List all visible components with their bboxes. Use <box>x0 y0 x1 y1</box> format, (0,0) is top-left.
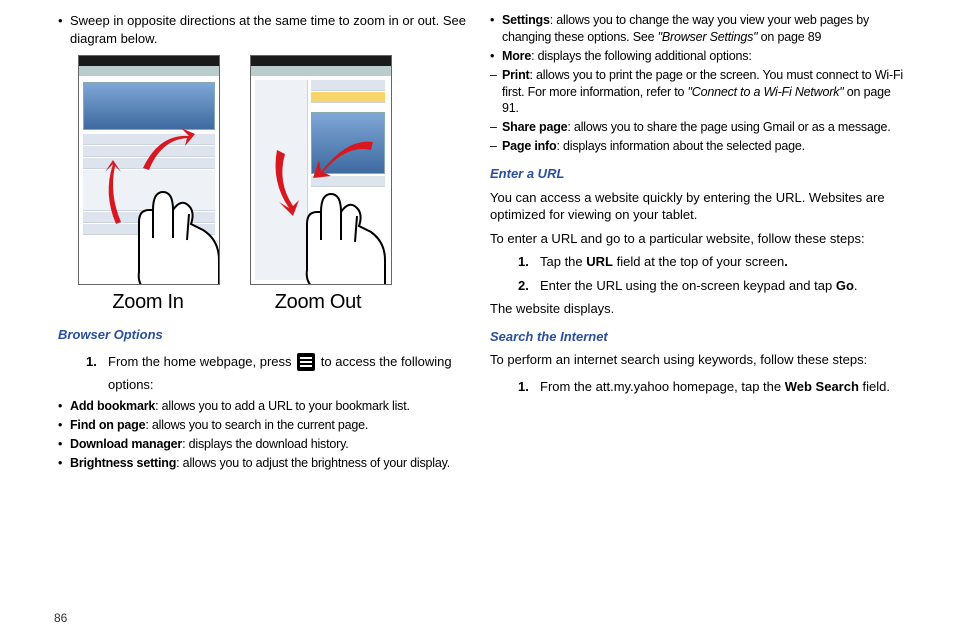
search-intro: To perform an internet search using keyw… <box>490 351 906 369</box>
enter-url-intro: You can access a website quickly by ente… <box>490 189 906 224</box>
heading-browser-options: Browser Options <box>58 326 474 344</box>
url-result: The website displays. <box>490 300 906 318</box>
manual-page: • Sweep in opposite directions at the sa… <box>0 0 954 636</box>
opt-download-manager: • Download manager: displays the downloa… <box>58 436 474 453</box>
browser-options-step-1: 1. From the home webpage, press to acces… <box>86 350 474 397</box>
heading-enter-url: Enter a URL <box>490 165 906 183</box>
bullet-sweep: • Sweep in opposite directions at the sa… <box>58 12 474 47</box>
more-pageinfo: – Page info: displays information about … <box>490 138 906 155</box>
hand-icon <box>285 160 392 285</box>
url-step-2: 2. Enter the URL using the on-screen key… <box>518 277 906 295</box>
left-column: • Sweep in opposite directions at the sa… <box>50 10 482 626</box>
zoom-in-thumbnail <box>78 55 220 285</box>
enter-url-lead: To enter a URL and go to a particular we… <box>490 230 906 248</box>
step1-text-a: From the home webpage, press <box>108 354 295 369</box>
opt-find-on-page: • Find on page: allows you to search in … <box>58 417 474 434</box>
zoom-out-thumbnail <box>250 55 392 285</box>
right-column: • Settings: allows you to change the way… <box>482 10 914 626</box>
url-step-1: 1. Tap the URL field at the top of your … <box>518 253 906 271</box>
more-share: – Share page: allows you to share the pa… <box>490 119 906 136</box>
opt-more: • More: displays the following additiona… <box>490 48 906 65</box>
opt-brightness: • Brightness setting: allows you to adju… <box>58 455 474 472</box>
opt-add-bookmark: • Add bookmark: allows you to add a URL … <box>58 398 474 415</box>
zoom-figure <box>78 55 474 285</box>
zoom-out-caption: Zoom Out <box>248 289 388 316</box>
search-step-1: 1. From the att.my.yahoo homepage, tap t… <box>518 375 906 398</box>
menu-icon <box>297 353 315 371</box>
sweep-text: Sweep in opposite directions at the same… <box>70 12 474 47</box>
zoom-in-caption: Zoom In <box>78 289 218 316</box>
hand-icon <box>109 152 220 285</box>
more-print: – Print: allows you to print the page or… <box>490 67 906 118</box>
figure-captions: Zoom In Zoom Out <box>78 289 474 316</box>
opt-settings: • Settings: allows you to change the way… <box>490 12 906 46</box>
heading-search-internet: Search the Internet <box>490 328 906 346</box>
page-number: 86 <box>54 610 67 626</box>
